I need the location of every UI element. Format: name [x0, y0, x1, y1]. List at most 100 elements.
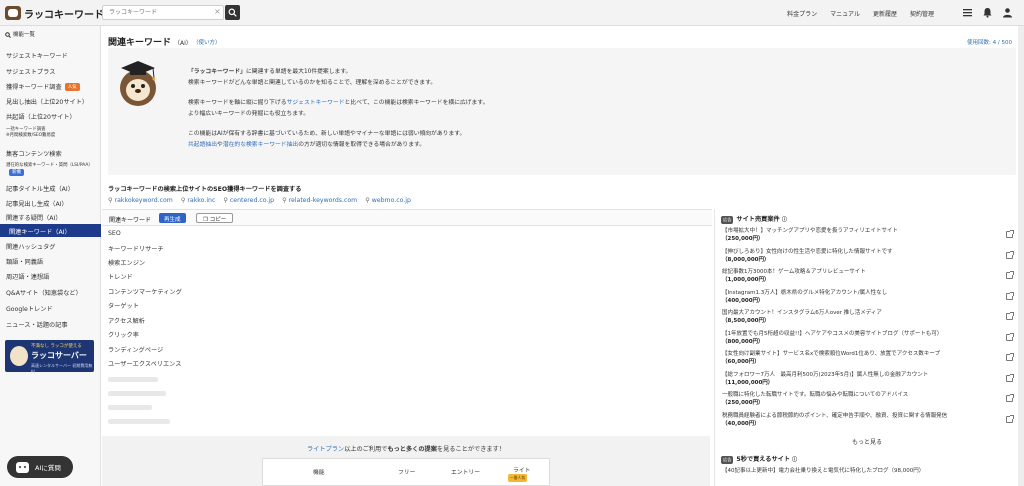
- upsell-message: ライトプラン以上のご利用でもっと多くの提案を見ることができます！: [307, 446, 505, 453]
- external-link-icon[interactable]: [1006, 271, 1014, 279]
- quick-buy-item[interactable]: 【40記事以上更新中】電力会社乗り換えと電気代に特化したブログ（98,000円）: [722, 467, 924, 475]
- nav-pricing[interactable]: 料金プラン: [787, 9, 817, 18]
- seo-site-links: ⚲ rakkokeyword.com ⚲ rakko.inc ⚲ centered.c…: [108, 197, 411, 204]
- blurred-keyword: [108, 405, 152, 410]
- scrollbar[interactable]: [1018, 26, 1024, 486]
- external-link-icon[interactable]: [1006, 353, 1014, 361]
- search-icon: ⚲: [365, 197, 370, 204]
- suggest-keyword-link[interactable]: サジェストキーワード: [287, 100, 345, 106]
- sidebar-item-google-trends[interactable]: Googleトレンド: [6, 304, 53, 313]
- site-sale-item[interactable]: 【1年放置でも月5桁超の収益!!】ヘアケアやコスメの美容サイトブログ（サポートも…: [722, 330, 942, 346]
- sidebar-item-hashtags[interactable]: 関連ハッシュタグ: [6, 242, 56, 251]
- sidebar-item-suggest-plus[interactable]: サジェストプラス: [6, 67, 55, 76]
- ai-question-button[interactable]: AIに質問: [7, 456, 73, 478]
- otter-professor-icon: [120, 61, 156, 106]
- site-sale-item[interactable]: 【Instagram1.3万人】栃木県のグルメ特化アカウント/属人性なし （400…: [722, 289, 887, 305]
- clear-icon[interactable]: ×: [214, 7, 221, 16]
- keyword-list-label: 関連キーワード: [109, 217, 152, 224]
- site-sale-price: （800,000円）: [722, 338, 764, 345]
- external-link-icon[interactable]: [1006, 373, 1014, 382]
- sidebar-item-heading-gen[interactable]: 記事見出し生成（AI）: [6, 199, 68, 208]
- sidebar-item-related-questions[interactable]: 関連する疑問（AI）: [6, 213, 62, 222]
- site-link[interactable]: ⚲ rakko.inc: [181, 197, 216, 204]
- site-link[interactable]: ⚲ webmo.co.jp: [365, 197, 411, 204]
- external-link-icon[interactable]: [1006, 332, 1014, 341]
- site-sale-item[interactable]: 【伸びしろあり】女性向けの性生活や恋愛に特化した情報サイトです （8,000,00…: [722, 248, 893, 264]
- upsell-section: ライトプラン以上のご利用でもっと多くの提案を見ることができます！ 機能 フリー …: [102, 436, 710, 486]
- site-sale-title: 税務職員経験者による節税節約のポイント、確定申告手順や、融資、投資に関する情報発…: [722, 412, 948, 419]
- external-link-icon[interactable]: [1006, 394, 1014, 402]
- sidebar-item-related-keywords[interactable]: 関連キーワード（AI）: [0, 224, 101, 237]
- sidebar-item-title-gen[interactable]: 記事タイトル生成（AI）: [6, 184, 74, 193]
- sidebar-item-associations[interactable]: 周辺語・連想語: [6, 272, 49, 281]
- site-sales-title: 広告 サイト売買案件 ⓘ: [721, 216, 787, 224]
- keyword-item[interactable]: コンテンツマーケティング: [108, 287, 182, 296]
- site-sale-price: （1,000,000円）: [722, 277, 770, 283]
- nav-changelog[interactable]: 更新履歴: [873, 9, 897, 18]
- sidebar-item-qa[interactable]: Q&Aサイト（知恵袋など）: [6, 288, 82, 297]
- popular-tag: 一番人気: [508, 474, 528, 482]
- site-link[interactable]: ⚲ rakkokeyword.com: [108, 197, 173, 204]
- keyword-item[interactable]: ユーザーエクスペリエンス: [108, 359, 181, 368]
- rakko-server-banner[interactable]: 不満なし ラッコが使える ラッコサーバー 高速レンタルサーバー 初期費用無料: [5, 340, 94, 374]
- site-sale-price: （400,000円）: [722, 297, 764, 304]
- sidebar-item-lsi[interactable]: 潜在的な検索キーワード・質問（LSI/PAA）新機: [6, 163, 96, 176]
- sidebar-item-news[interactable]: ニュース・話題の記事: [6, 320, 68, 329]
- keyword-item[interactable]: SEO: [108, 230, 121, 237]
- external-link-icon[interactable]: [1006, 230, 1014, 238]
- external-link-icon[interactable]: [1006, 291, 1014, 300]
- top-nav: 料金プラン マニュアル 更新履歴 契約管理: [787, 9, 934, 18]
- sidebar: 機能一覧 サジェストキーワード サジェストプラス 獲得キーワード調査 人気 見出し…: [0, 26, 101, 486]
- site-sale-title: 【Instagram1.3万人】栃木県のグルメ特化アカウント/属人性なし: [722, 289, 888, 296]
- logo[interactable]: ラッコキーワード: [5, 5, 104, 21]
- site-sale-item[interactable]: 国内最大アカウント！インスタグラム6万人over 推し活メディア （8,500,0…: [722, 309, 882, 325]
- copy-button[interactable]: ❐ コピー: [196, 213, 234, 223]
- sidebar-item-cooccurrence[interactable]: 共起語（上位20サイト）: [6, 112, 76, 121]
- sidebar-item-content-search[interactable]: 集客コンテンツ検索: [6, 149, 62, 158]
- search-icon: ⚲: [223, 197, 228, 204]
- keyword-item[interactable]: キーワードリサーチ: [108, 244, 164, 253]
- keyword-item[interactable]: トレンド: [108, 272, 133, 281]
- nav-manual[interactable]: マニュアル: [830, 9, 860, 18]
- site-sales-panel: 広告 サイト売買案件 ⓘ もっと見る 広告 5秒で買えるサイト ⓘ 【40記事以上更…: [714, 209, 1018, 486]
- nav-contract[interactable]: 契約管理: [910, 9, 934, 18]
- more-link[interactable]: もっと見る: [715, 437, 1019, 446]
- keyword-item[interactable]: 検索エンジン: [108, 258, 145, 267]
- keyword-item[interactable]: ターゲット: [108, 301, 139, 310]
- keyword-item[interactable]: ランディングページ: [108, 345, 163, 354]
- cooccurrence-link[interactable]: 共起語抽出: [188, 142, 217, 148]
- site-sale-item[interactable]: 【女性向け副業サイト】サービス名xで検索順位Word1位あり、放置でアクセス数キ…: [722, 350, 940, 366]
- latent-keyword-link[interactable]: 潜在的な検索キーワード抽出: [223, 142, 298, 148]
- menu-icon[interactable]: [962, 7, 973, 18]
- keyword-item[interactable]: クリック率: [108, 330, 139, 339]
- sidebar-item-suggest[interactable]: サジェストキーワード: [6, 51, 68, 60]
- usage-count: 使用回数: 4 / 500: [967, 40, 1012, 46]
- search-icon: [228, 8, 237, 17]
- regenerate-button[interactable]: 再生成: [159, 213, 186, 223]
- site-sale-item[interactable]: 【市場拡大中！】マッチングアプリや恋愛を扱うアフィリエイトサイト （250,000…: [722, 227, 898, 243]
- bell-icon[interactable]: [982, 7, 993, 18]
- site-sale-title: 【市場拡大中！】マッチングアプリや恋愛を扱うアフィリエイトサイト: [722, 228, 898, 234]
- site-sale-item[interactable]: 【総フォロワー7万人 最高月利500万(2023年5月)】属人性無しの金融アカウ…: [722, 371, 928, 387]
- site-link[interactable]: ⚲ related-keywords.com: [282, 197, 357, 204]
- site-sale-item[interactable]: 一般職に特化した転職サイトです。転職の悩みや転職についてのアドバイス （250,0…: [722, 391, 908, 407]
- user-icon[interactable]: [1002, 7, 1013, 18]
- site-sale-title: 【伸びしろあり】女性向けの性生活や恋愛に特化した情報サイトです: [722, 248, 893, 255]
- search-input[interactable]: [102, 5, 224, 20]
- site-link[interactable]: ⚲ centered.co.jp: [223, 197, 274, 204]
- sidebar-item-synonyms[interactable]: 類語・同義語: [6, 257, 43, 266]
- new-badge: 新機: [9, 168, 24, 176]
- external-link-icon[interactable]: [1006, 414, 1014, 423]
- external-link-icon[interactable]: [1006, 312, 1014, 320]
- how-to-link[interactable]: （使い方）: [193, 38, 221, 46]
- sidebar-item-headings[interactable]: 見出し抽出（上位20サイト）: [6, 97, 88, 106]
- site-sale-item[interactable]: 税務職員経験者による節税節約のポイント、確定申告手順や、融資、投資に関する情報発…: [722, 412, 947, 428]
- site-sale-item[interactable]: 総記事数1万3000本！ゲーム攻略＆アプリレビューサイト （1,000,000円）: [722, 268, 866, 284]
- search-icon: ⚲: [282, 197, 287, 204]
- sidebar-item-acquired-keywords[interactable]: 獲得キーワード調査 人気: [6, 82, 80, 91]
- search-button[interactable]: [225, 5, 240, 20]
- lite-plan-link[interactable]: ライトプラン: [307, 446, 344, 453]
- sidebar-item-bulk-keywords[interactable]: 一括キーワード調査 ※月間検索数/SEO難易度: [6, 127, 55, 138]
- keyword-item[interactable]: アクセス解析: [108, 316, 145, 325]
- external-link-icon[interactable]: [1006, 250, 1014, 259]
